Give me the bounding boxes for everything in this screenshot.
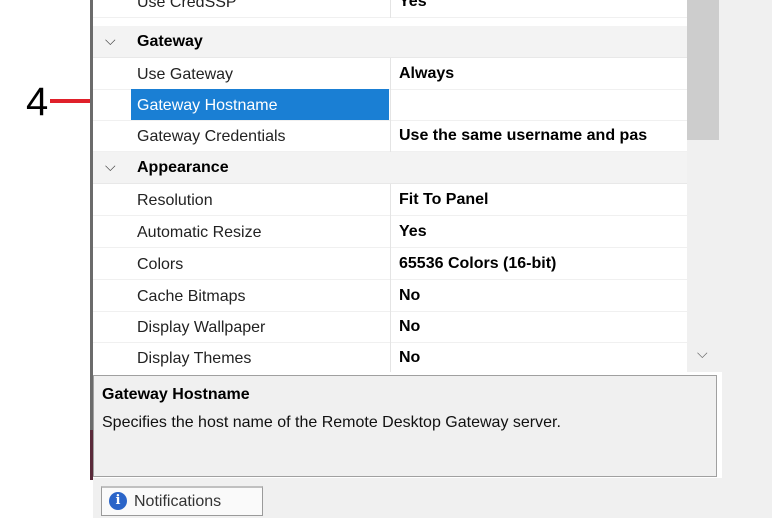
property-value: No xyxy=(399,349,421,366)
property-row-gateway-hostname[interactable]: Gateway Hostname xyxy=(93,89,687,121)
property-name: Cache Bitmaps xyxy=(137,288,246,305)
property-value: 65536 Colors (16-bit) xyxy=(399,255,557,272)
window-edge xyxy=(90,430,93,480)
selected-property-cell: Gateway Hostname xyxy=(131,89,389,120)
bottom-tab-bar: i Notifications xyxy=(93,478,772,518)
property-name: Display Wallpaper xyxy=(137,319,266,336)
property-row-use-credssp[interactable]: Use CredSSP Yes xyxy=(93,0,687,18)
property-value: No xyxy=(399,318,421,335)
property-value: Yes xyxy=(399,0,427,10)
property-name: Automatic Resize xyxy=(137,224,262,241)
property-value: Always xyxy=(399,65,455,82)
property-value: Yes xyxy=(399,223,427,240)
property-name: Gateway Hostname xyxy=(137,97,278,114)
vertical-scrollbar[interactable]: ⌵ xyxy=(687,0,722,372)
property-row-use-gateway[interactable]: Use Gateway Always xyxy=(93,58,687,90)
chevron-down-icon[interactable]: ⌵ xyxy=(105,32,116,49)
callout-number: 4 xyxy=(26,80,49,124)
description-pane: Gateway Hostname Specifies the host name… xyxy=(93,375,717,477)
property-name: Resolution xyxy=(137,192,213,209)
property-name: Colors xyxy=(137,256,184,273)
property-row-resolution[interactable]: Resolution Fit To Panel xyxy=(93,184,687,216)
tab-notifications[interactable]: i Notifications xyxy=(101,486,263,516)
scrollbar-thumb[interactable] xyxy=(687,0,719,140)
category-appearance[interactable]: ⌵ Appearance xyxy=(93,152,687,184)
property-name: Display Themes xyxy=(137,350,252,367)
property-value: Use the same username and pas xyxy=(399,127,648,144)
property-name: Gateway Credentials xyxy=(137,128,286,145)
property-row-display-themes[interactable]: Display Themes No xyxy=(93,342,687,372)
property-grid: Use CredSSP Yes ⌵ Gateway Use Gateway Al… xyxy=(93,0,687,372)
property-value: Fit To Panel xyxy=(399,191,489,208)
chevron-down-icon[interactable]: ⌵ xyxy=(105,158,116,175)
category-gateway[interactable]: ⌵ Gateway xyxy=(93,26,687,58)
property-row-cache-bitmaps[interactable]: Cache Bitmaps No xyxy=(93,280,687,312)
property-row-colors[interactable]: Colors 65536 Colors (16-bit) xyxy=(93,248,687,280)
property-name: Use CredSSP xyxy=(137,0,237,11)
property-row-display-wallpaper[interactable]: Display Wallpaper No xyxy=(93,311,687,343)
info-icon: i xyxy=(109,492,127,510)
tab-label: Notifications xyxy=(134,493,222,510)
category-label: Gateway xyxy=(137,33,203,50)
property-row-automatic-resize[interactable]: Automatic Resize Yes xyxy=(93,216,687,248)
property-name: Use Gateway xyxy=(137,66,234,83)
scroll-down-arrow-icon[interactable]: ⌵ xyxy=(697,345,708,362)
window-background xyxy=(722,0,772,518)
category-label: Appearance xyxy=(137,159,229,176)
description-title: Gateway Hostname xyxy=(102,386,250,403)
description-text: Specifies the host name of the Remote De… xyxy=(102,414,561,431)
property-row-gateway-credentials[interactable]: Gateway Credentials Use the same usernam… xyxy=(93,120,687,152)
property-value: No xyxy=(399,287,421,304)
